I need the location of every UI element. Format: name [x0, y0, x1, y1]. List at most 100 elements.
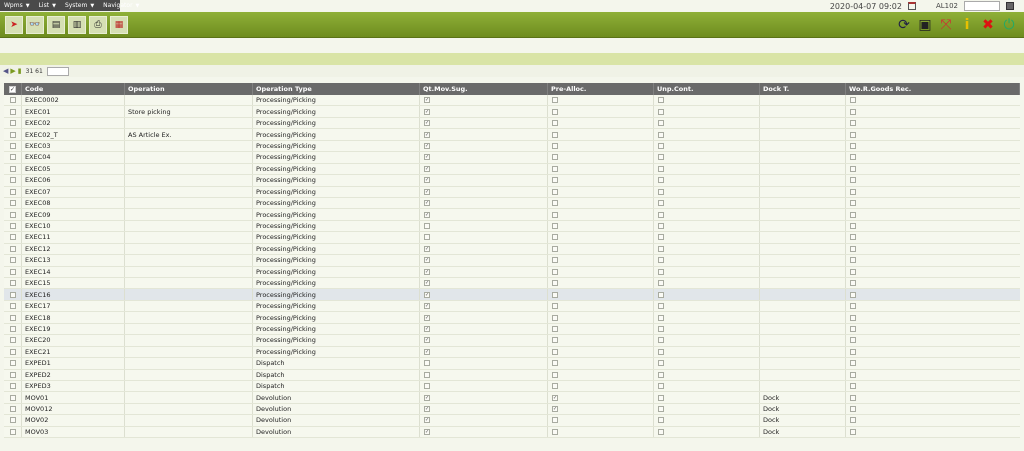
pre-alloc-checkbox[interactable] — [552, 131, 558, 138]
wo-r-goods-rec-checkbox[interactable] — [850, 120, 856, 127]
wo-r-goods-rec-checkbox[interactable] — [850, 417, 856, 424]
row-select-checkbox[interactable] — [9, 325, 16, 332]
unp-cont-checkbox[interactable] — [658, 314, 664, 321]
unp-cont-checkbox[interactable] — [658, 291, 664, 298]
unp-cont-checkbox[interactable] — [658, 394, 664, 401]
wo-r-goods-rec-checkbox[interactable] — [850, 234, 856, 241]
row-select-checkbox[interactable] — [9, 428, 16, 435]
row-select-checkbox[interactable] — [9, 177, 16, 184]
unp-cont-checkbox[interactable] — [658, 360, 664, 367]
row-select-checkbox[interactable] — [9, 303, 16, 310]
table-row[interactable]: EXEC16 Processing/Picking — [4, 289, 1020, 301]
header-input[interactable] — [964, 1, 1000, 11]
wo-r-goods-rec-checkbox[interactable] — [850, 142, 856, 149]
wo-r-goods-rec-checkbox[interactable] — [850, 348, 856, 355]
col-operation[interactable]: Operation — [125, 83, 253, 95]
row-select-checkbox[interactable] — [9, 257, 16, 264]
next-page-icon[interactable]: ▶ — [10, 67, 15, 75]
table-row[interactable]: EXPED1 Dispatch — [4, 358, 1020, 370]
last-page-icon[interactable]: ▮ — [18, 67, 22, 75]
power-icon[interactable]: ⏻ — [1000, 16, 1018, 34]
table-row[interactable]: MOV012 Devolution Dock — [4, 403, 1020, 416]
table-row[interactable]: MOV03 Devolution Dock — [4, 426, 1020, 439]
qt-mov-sug-checkbox[interactable] — [424, 348, 430, 355]
wo-r-goods-rec-checkbox[interactable] — [850, 291, 856, 298]
page-input[interactable] — [46, 66, 69, 76]
table-row[interactable]: EXEC08 Processing/Picking — [4, 197, 1020, 210]
row-select-checkbox[interactable] — [9, 348, 16, 355]
row-select-checkbox[interactable] — [9, 154, 16, 161]
row-select-checkbox[interactable] — [9, 142, 16, 149]
wo-r-goods-rec-checkbox[interactable] — [850, 383, 856, 390]
table-row[interactable]: EXEC15 Processing/Picking — [4, 278, 1020, 290]
unp-cont-checkbox[interactable] — [658, 142, 664, 149]
row-select-checkbox[interactable] — [9, 234, 16, 241]
pre-alloc-checkbox[interactable] — [552, 303, 558, 310]
unp-cont-checkbox[interactable] — [658, 245, 664, 252]
pre-alloc-checkbox[interactable] — [552, 394, 558, 401]
table-row[interactable]: EXEC14 Processing/Picking — [4, 266, 1020, 278]
table-row[interactable]: EXEC17 Processing/Picking — [4, 300, 1020, 313]
pre-alloc-checkbox[interactable] — [552, 154, 558, 161]
qt-mov-sug-checkbox[interactable] — [424, 257, 430, 264]
qt-mov-sug-checkbox[interactable] — [424, 337, 430, 344]
pre-alloc-checkbox[interactable] — [552, 211, 558, 218]
col-unp-cont[interactable]: Unp.Cont. — [654, 83, 760, 95]
table-row[interactable]: EXEC02_T AS Article Ex. Processing/Picking — [4, 129, 1020, 141]
row-select-checkbox[interactable] — [9, 417, 16, 424]
wo-r-goods-rec-checkbox[interactable] — [850, 406, 856, 413]
wo-r-goods-rec-checkbox[interactable] — [850, 188, 856, 195]
menu-system[interactable]: System ▼ — [61, 0, 99, 11]
row-select-checkbox[interactable] — [9, 337, 16, 344]
pre-alloc-checkbox[interactable] — [552, 200, 558, 207]
pre-alloc-checkbox[interactable] — [552, 120, 558, 127]
wo-r-goods-rec-checkbox[interactable] — [850, 177, 856, 184]
row-select-checkbox[interactable] — [9, 120, 16, 127]
unp-cont-checkbox[interactable] — [658, 223, 664, 230]
unp-cont-checkbox[interactable] — [658, 154, 664, 161]
table-row[interactable]: MOV02 Devolution Dock — [4, 415, 1020, 427]
menu-list[interactable]: List ▼ — [35, 0, 61, 11]
unp-cont-checkbox[interactable] — [658, 120, 664, 127]
qt-mov-sug-checkbox[interactable] — [424, 142, 430, 149]
wo-r-goods-rec-checkbox[interactable] — [850, 280, 856, 287]
glasses-icon[interactable]: 👓 — [26, 16, 44, 34]
table-row[interactable]: EXEC06 Processing/Picking — [4, 175, 1020, 187]
pre-alloc-checkbox[interactable] — [552, 428, 558, 435]
qt-mov-sug-checkbox[interactable] — [424, 211, 430, 218]
pre-alloc-checkbox[interactable] — [552, 177, 558, 184]
row-select-checkbox[interactable] — [9, 314, 16, 321]
row-select-checkbox[interactable] — [9, 383, 16, 390]
table-row[interactable]: EXEC03 Processing/Picking — [4, 140, 1020, 153]
row-select-checkbox[interactable] — [9, 200, 16, 207]
unp-cont-checkbox[interactable] — [658, 257, 664, 264]
pre-alloc-checkbox[interactable] — [552, 188, 558, 195]
table-row[interactable]: EXEC0002 Processing/Picking — [4, 95, 1020, 107]
pre-alloc-checkbox[interactable] — [552, 245, 558, 252]
unp-cont-checkbox[interactable] — [658, 417, 664, 424]
qt-mov-sug-checkbox[interactable] — [424, 325, 430, 332]
wo-r-goods-rec-checkbox[interactable] — [850, 360, 856, 367]
table-row[interactable]: EXPED2 Dispatch — [4, 369, 1020, 381]
page-icon[interactable]: ▤ — [47, 16, 65, 34]
unp-cont-checkbox[interactable] — [658, 211, 664, 218]
pre-alloc-checkbox[interactable] — [552, 360, 558, 367]
row-select-checkbox[interactable] — [9, 165, 16, 172]
table-row[interactable]: EXEC18 Processing/Picking — [4, 312, 1020, 324]
table-row[interactable]: EXEC12 Processing/Picking — [4, 243, 1020, 256]
fullscreen-icon[interactable]: ⤧ — [937, 16, 955, 34]
qt-mov-sug-checkbox[interactable] — [424, 177, 430, 184]
unp-cont-checkbox[interactable] — [658, 348, 664, 355]
row-select-checkbox[interactable] — [9, 97, 16, 104]
row-select-checkbox[interactable] — [9, 268, 16, 275]
unp-cont-checkbox[interactable] — [658, 280, 664, 287]
unp-cont-checkbox[interactable] — [658, 177, 664, 184]
wo-r-goods-rec-checkbox[interactable] — [850, 211, 856, 218]
qt-mov-sug-checkbox[interactable] — [424, 154, 430, 161]
wo-r-goods-rec-checkbox[interactable] — [850, 394, 856, 401]
qt-mov-sug-checkbox[interactable] — [424, 97, 430, 104]
col-wo-r-goods-rec[interactable]: Wo.R.Goods Rec. — [846, 83, 1020, 95]
unp-cont-checkbox[interactable] — [658, 337, 664, 344]
table-row[interactable]: EXEC07 Processing/Picking — [4, 186, 1020, 198]
wo-r-goods-rec-checkbox[interactable] — [850, 108, 856, 115]
